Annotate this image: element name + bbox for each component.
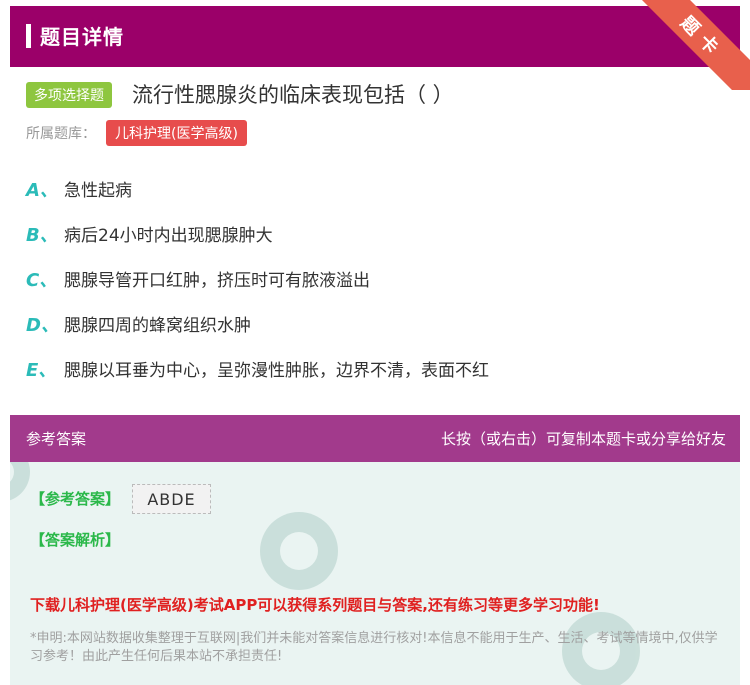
option-text: 腮腺以耳垂为中心，呈弥漫性肿胀，边界不清，表面不红 [64, 361, 489, 381]
disclaimer-text: *申明:本网站数据收集整理于互联网|我们并未能对答案信息进行核对!本信息不能用于… [30, 631, 718, 664]
option-letter: A、 [26, 180, 58, 201]
answer-label: 【参考答案】 [30, 490, 121, 508]
question-text: 流行性腮腺炎的临床表现包括（ ） [132, 83, 454, 107]
answer-value: ABDE [132, 484, 211, 514]
option-c[interactable]: C、 腮腺导管开口红肿，挤压时可有脓液溢出 [26, 266, 370, 292]
answer-section-header: 参考答案 长按（或右击）可复制本题卡或分享给好友 [10, 415, 740, 462]
answer-section-body: 【参考答案】 ABDE 【答案解析】 下载儿科护理(医学高级)考试APP可以获得… [10, 462, 740, 685]
watermark-logo-icon [260, 512, 338, 590]
answer-section-title: 参考答案 [26, 430, 87, 448]
page-title: 题目详情 [40, 25, 124, 49]
option-text: 急性起病 [64, 181, 132, 201]
bank-tag[interactable]: 儿科护理(医学高级) [106, 120, 247, 146]
watermark-logo-icon [10, 462, 30, 502]
option-text: 腮腺导管开口红肿，挤压时可有脓液溢出 [64, 271, 370, 291]
ribbon-label: 题卡 [640, 0, 750, 90]
option-letter: C、 [26, 270, 58, 291]
option-e[interactable]: E、 腮腺以耳垂为中心，呈弥漫性肿胀，边界不清，表面不红 [26, 356, 489, 382]
option-text: 腮腺四周的蜂窝组织水肿 [64, 316, 251, 336]
bank-label: 所属题库： [26, 126, 96, 142]
option-letter: B、 [26, 225, 58, 246]
option-a[interactable]: A、 急性起病 [26, 176, 132, 202]
question-type-tag: 多项选择题 [26, 82, 112, 108]
title-accent-bar [26, 24, 31, 48]
option-text: 病后24小时内出现腮腺肿大 [64, 226, 273, 246]
option-letter: D、 [26, 315, 59, 336]
app-promo-text[interactable]: 下载儿科护理(医学高级)考试APP可以获得系列题目与答案,还有练习等更多学习功能… [30, 594, 600, 615]
corner-ribbon: 题卡 [640, 0, 750, 90]
option-letter: E、 [26, 360, 57, 381]
option-d[interactable]: D、 腮腺四周的蜂窝组织水肿 [26, 311, 251, 337]
page-header: 题目详情 [10, 6, 740, 67]
option-b[interactable]: B、 病后24小时内出现腮腺肿大 [26, 221, 273, 247]
share-hint: 长按（或右击）可复制本题卡或分享给好友 [440, 430, 726, 448]
analysis-label: 【答案解析】 [30, 531, 121, 549]
